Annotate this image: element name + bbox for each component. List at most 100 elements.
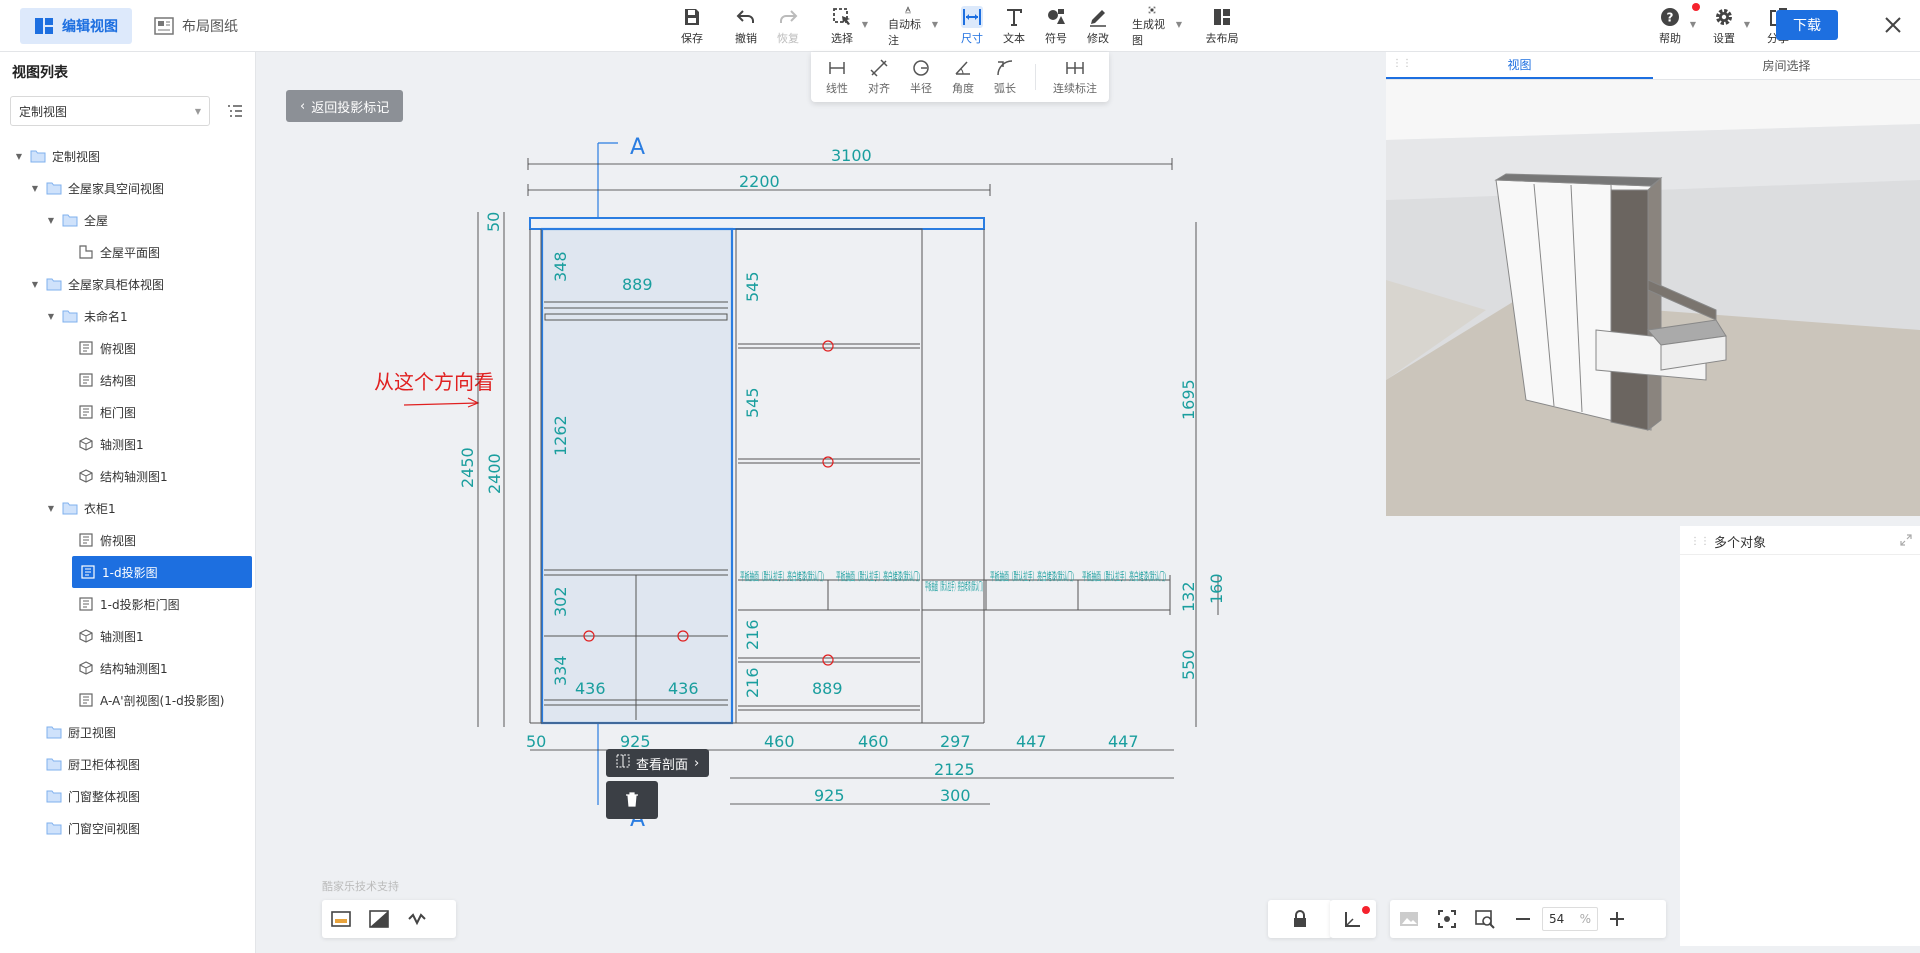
angle-dimension-button[interactable]: 角度	[943, 58, 983, 98]
drag-handle-icon[interactable]: ⋮⋮	[1392, 58, 1412, 69]
tree-folder[interactable]: 门窗整体视图	[30, 780, 140, 812]
continuous-dimension-button[interactable]: 连续标注	[1047, 58, 1103, 98]
zoom-input[interactable]: 54 %	[1542, 907, 1598, 931]
dim-top-cabinet[interactable]: 2200	[739, 172, 780, 191]
dim-height-total[interactable]: 2450	[458, 447, 477, 488]
symbol-button[interactable]: 符号	[1036, 6, 1076, 48]
drawer-label[interactable]: 平板抽面（默认拉手）亮白烤漆(默认门)	[1082, 569, 1166, 583]
drawer-label[interactable]: 平板抽面（默认拉手）亮白烤漆(默认门)	[925, 579, 983, 593]
contrast-icon[interactable]	[368, 908, 390, 930]
image-icon[interactable]	[1398, 908, 1420, 930]
dim-bottom-460a[interactable]: 460	[764, 732, 795, 751]
modify-button[interactable]: 修改	[1078, 6, 1118, 48]
tree-item[interactable]: 轴测图1	[62, 620, 144, 652]
tree-item[interactable]: 柜门图	[62, 396, 136, 428]
dim-right-h2[interactable]: 132	[1179, 581, 1198, 612]
dim-mid-bottom-width[interactable]: 889	[812, 679, 843, 698]
drag-handle-icon[interactable]: ⋮⋮	[1690, 536, 1710, 547]
tree-folder[interactable]: 厨卫视图	[30, 716, 116, 748]
dim-bottom-50[interactable]: 50	[526, 732, 546, 751]
text-button[interactable]: 文本	[994, 6, 1034, 48]
caret-down-icon[interactable]: ▼	[46, 216, 56, 225]
zoom-out-icon[interactable]	[1512, 908, 1534, 930]
dim-mid-drawer-2[interactable]: 216	[743, 667, 762, 698]
view-section-button[interactable]: 查看剖面 ›	[606, 749, 710, 777]
caret-down-icon[interactable]: ▼	[14, 152, 24, 161]
generate-view-button[interactable]: 生成视图 ▼	[1132, 6, 1182, 48]
caret-down-icon[interactable]: ▼	[30, 184, 40, 193]
tree-folder[interactable]: ▼ 全屋家具柜体视图	[30, 268, 164, 300]
dim-bottom-460b[interactable]: 460	[858, 732, 889, 751]
view-type-select[interactable]: 定制视图 ▼	[10, 96, 210, 126]
dim-top-total[interactable]: 3100	[831, 146, 872, 165]
expand-icon[interactable]	[1900, 534, 1912, 546]
align-dimension-button[interactable]: 对齐	[859, 58, 899, 98]
select-button[interactable]: 选择 ▼	[822, 6, 868, 48]
dim-upper-shelf[interactable]: 348	[551, 251, 570, 282]
dim-mid-second[interactable]: 545	[743, 387, 762, 418]
linear-dimension-button[interactable]: 线性	[817, 58, 857, 98]
help-button[interactable]: ? 帮助 ▼	[1650, 6, 1696, 48]
dim-rod-width[interactable]: 889	[622, 275, 653, 294]
tree-folder[interactable]: ▼ 未命名1	[46, 300, 128, 332]
radius-dimension-button[interactable]: 半径	[901, 58, 941, 98]
go-layout-button[interactable]: 去布局	[1202, 6, 1242, 48]
dim-right-h3[interactable]: 160	[1207, 573, 1226, 604]
dim-bottom-447b[interactable]: 447	[1108, 732, 1139, 751]
tree-folder[interactable]: ▼ 全屋家具空间视图	[30, 172, 164, 204]
settings-button[interactable]: 设置 ▼	[1704, 6, 1750, 48]
dim-bottom-925b[interactable]: 925	[814, 786, 845, 805]
dim-mid-top[interactable]: 545	[743, 271, 762, 302]
drawer-label[interactable]: 平板抽面（默认拉手）亮白烤漆(默认门)	[836, 569, 920, 583]
drawer-label[interactable]: 平板抽面（默认拉手）亮白烤漆(默认门)	[740, 569, 824, 583]
caret-down-icon[interactable]: ▼	[30, 280, 40, 289]
dim-bottom-447a[interactable]: 447	[1016, 732, 1047, 751]
dim-bottom-2125[interactable]: 2125	[934, 760, 975, 779]
undo-button[interactable]: 撤销	[726, 6, 766, 48]
dim-height-inner[interactable]: 2400	[485, 453, 504, 494]
fit-view-icon[interactable]	[1436, 908, 1458, 930]
dim-drawer-width-2[interactable]: 436	[668, 679, 699, 698]
tree-folder[interactable]: ▼ 定制视图	[14, 140, 100, 172]
mode-tab-edit-view[interactable]: 编辑视图	[20, 8, 132, 44]
drawer-label[interactable]: 平板抽面（默认拉手）亮白烤漆(默认门)	[990, 569, 1074, 583]
snap-icon[interactable]	[1342, 908, 1364, 930]
tree-folder[interactable]: ▼ 衣柜1	[46, 492, 116, 524]
zoom-window-icon[interactable]	[1474, 908, 1496, 930]
dim-long-hang[interactable]: 1262	[551, 415, 570, 456]
save-button[interactable]: 保存	[672, 6, 712, 48]
arc-dimension-button[interactable]: 弧长	[985, 58, 1025, 98]
caret-down-icon[interactable]: ▼	[46, 504, 56, 513]
lock-icon[interactable]	[1289, 908, 1311, 930]
dim-bottom-297[interactable]: 297	[940, 732, 971, 751]
dim-bottom-300[interactable]: 300	[940, 786, 971, 805]
section-line[interactable]	[597, 142, 618, 805]
zoom-in-icon[interactable]	[1606, 908, 1628, 930]
tree-item[interactable]: 轴测图1	[62, 428, 144, 460]
dim-drawer-lower[interactable]: 334	[551, 655, 570, 686]
tree-item[interactable]: 1-d投影图	[72, 556, 252, 588]
tree-item[interactable]: 结构图	[62, 364, 136, 396]
tree-item[interactable]: A-A'剖视图(1-d投影图)	[62, 684, 224, 716]
tree-item[interactable]: 俯视图	[62, 332, 136, 364]
dim-top-panel[interactable]: 50	[484, 212, 503, 232]
tree-folder[interactable]: ▼ 全屋	[46, 204, 108, 236]
dim-drawer-width-1[interactable]: 436	[575, 679, 606, 698]
list-view-icon[interactable]	[226, 102, 244, 120]
tree-item[interactable]: 结构轴测图1	[62, 652, 168, 684]
dim-mid-drawer-1[interactable]: 216	[743, 619, 762, 650]
tree-folder[interactable]: 厨卫柜体视图	[30, 748, 140, 780]
layer-icon[interactable]	[330, 908, 352, 930]
back-to-projection-button[interactable]: ‹ 返回投影标记	[286, 90, 404, 122]
dim-drawer-upper[interactable]: 302	[551, 586, 570, 617]
caret-down-icon[interactable]: ▼	[46, 312, 56, 321]
wave-icon[interactable]	[406, 908, 428, 930]
download-button[interactable]: 下载	[1776, 10, 1838, 40]
auto-dimension-button[interactable]: 自动标注 ▼	[888, 6, 938, 48]
close-icon[interactable]	[1882, 14, 1904, 36]
cabinet-outline[interactable]	[529, 217, 1171, 725]
tree-item[interactable]: 1-d投影柜门图	[62, 588, 180, 620]
mode-tab-layout-drawing[interactable]: 布局图纸	[140, 8, 252, 44]
redo-button[interactable]: 恢复	[768, 6, 808, 48]
dim-right-h4[interactable]: 550	[1179, 649, 1198, 680]
